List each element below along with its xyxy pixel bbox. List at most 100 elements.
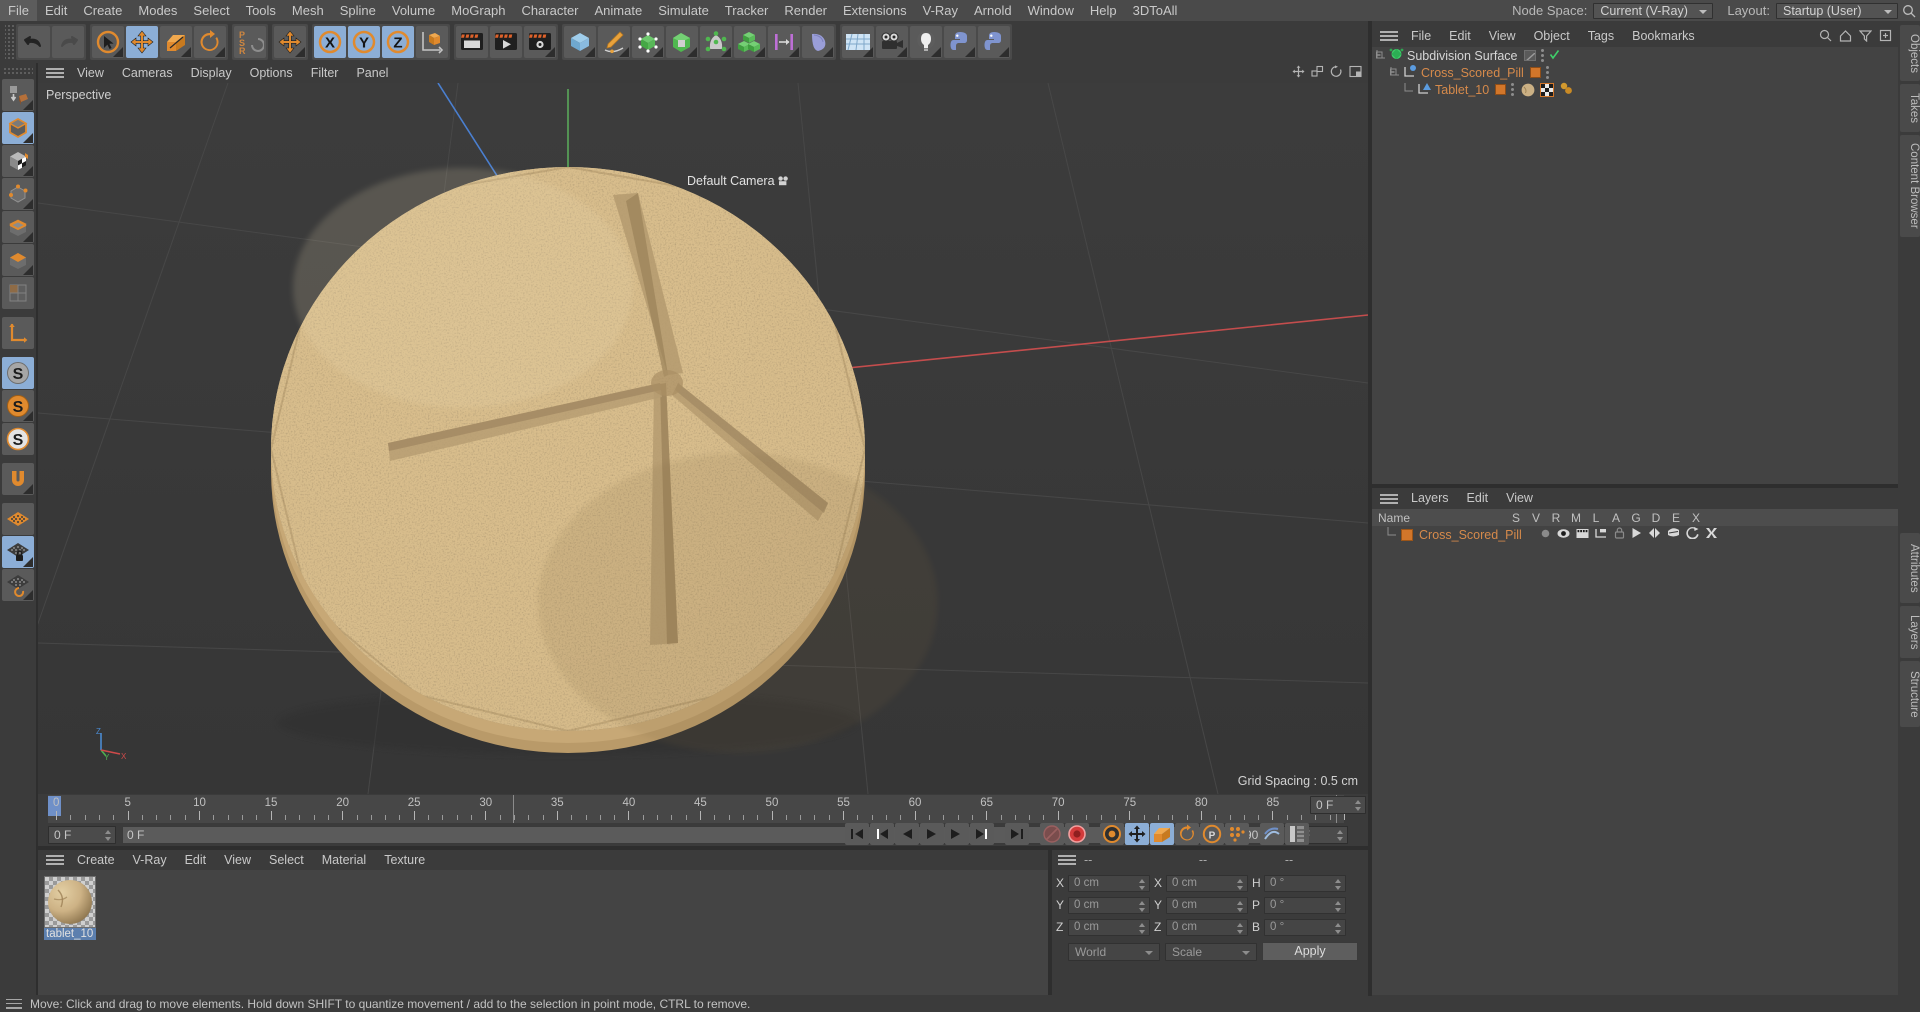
menu-item-animate[interactable]: Animate	[587, 0, 651, 21]
viewport-canvas[interactable]: Perspective Default Camera Grid Spacing …	[38, 83, 1368, 794]
expressions-icon[interactable]	[1686, 527, 1699, 542]
search-icon[interactable]	[1898, 0, 1920, 21]
rotate-tool[interactable]	[194, 26, 226, 58]
coord-field-rot-b[interactable]: 0 °	[1264, 918, 1346, 936]
nurbs-icon[interactable]	[632, 26, 664, 58]
spinner-icon[interactable]	[1236, 900, 1244, 914]
edge-mode-button[interactable]	[2, 211, 34, 243]
tab-structure[interactable]: Structure	[1900, 661, 1920, 727]
uv-mode-button[interactable]	[2, 277, 34, 309]
viewport-hamburger-icon[interactable]	[46, 66, 64, 80]
layer-manager-hamburger-icon[interactable]	[1380, 492, 1398, 506]
coord-field-rot-p[interactable]: 0 °	[1264, 896, 1346, 914]
coordinate-system-icon[interactable]	[416, 26, 448, 58]
menu-item-tools[interactable]: Tools	[238, 0, 284, 21]
apply-button[interactable]: Apply	[1262, 942, 1358, 961]
spinner-icon[interactable]	[1138, 878, 1146, 892]
undo-button[interactable]	[18, 26, 50, 58]
object-menu-view[interactable]: View	[1480, 25, 1525, 47]
record-active-objects-button[interactable]	[1040, 823, 1064, 845]
coordinate-system-select[interactable]: World	[1068, 942, 1160, 961]
object-menu-edit[interactable]: Edit	[1440, 25, 1480, 47]
tab-layers[interactable]: Layers	[1900, 606, 1920, 658]
floor-grid-icon[interactable]	[842, 26, 874, 58]
coord-field-pos-z[interactable]: 0 cm	[1068, 918, 1150, 936]
make-editable-button[interactable]	[2, 79, 34, 111]
scale-tool[interactable]	[160, 26, 192, 58]
material-menu-texture[interactable]: Texture	[375, 850, 434, 870]
uv-tag-icon[interactable]	[1540, 82, 1555, 97]
menu-item-vray[interactable]: V-Ray	[915, 0, 966, 21]
expander-icon[interactable]	[1375, 49, 1387, 63]
workplane-orange-button[interactable]	[2, 503, 34, 535]
visible-icon[interactable]	[1557, 528, 1570, 542]
material-menu-select[interactable]: Select	[260, 850, 313, 870]
scale-key-button[interactable]	[1150, 823, 1174, 845]
spinner-icon[interactable]	[1138, 922, 1146, 936]
menu-item-simulate[interactable]: Simulate	[650, 0, 717, 21]
planar-workplane-button[interactable]	[2, 569, 34, 601]
rotation-key-button[interactable]	[1175, 823, 1199, 845]
node-space-select[interactable]: Current (V-Ray)	[1593, 2, 1714, 19]
material-menu-vray[interactable]: V-Ray	[124, 850, 176, 870]
layout-select[interactable]: Startup (User)	[1776, 2, 1898, 19]
coord-field-size-x[interactable]: 0 cm	[1166, 874, 1248, 892]
render-view-button[interactable]	[456, 26, 488, 58]
light-bulb-icon[interactable]	[910, 26, 942, 58]
play-forward-button[interactable]	[920, 823, 944, 845]
deformer-icon[interactable]	[700, 26, 732, 58]
material-hamburger-icon[interactable]	[46, 853, 64, 867]
menu-item-volume[interactable]: Volume	[384, 0, 443, 21]
spinner-icon[interactable]	[104, 829, 112, 843]
move-tool[interactable]	[126, 26, 158, 58]
object-menu-bookmarks[interactable]: Bookmarks	[1623, 25, 1704, 47]
layer-color-swatch[interactable]	[1401, 528, 1413, 541]
render-icon[interactable]	[1576, 528, 1589, 542]
material-item[interactable]: tablet_10	[44, 876, 96, 940]
material-menu-edit[interactable]: Edit	[176, 850, 216, 870]
menu-item-modes[interactable]: Modes	[130, 0, 185, 21]
enable-axis-button[interactable]: S	[2, 357, 34, 389]
layer-menu-layers[interactable]: Layers	[1402, 488, 1458, 509]
lock-y-axis[interactable]: Y	[348, 26, 380, 58]
object-menu-object[interactable]: Object	[1525, 25, 1579, 47]
object-menu-file[interactable]: File	[1402, 25, 1440, 47]
material-manager-body[interactable]: tablet_10	[38, 870, 1048, 995]
model-mode-button[interactable]	[2, 112, 34, 144]
coord-field-pos-x[interactable]: 0 cm	[1068, 874, 1150, 892]
go-to-start-button[interactable]	[845, 823, 869, 845]
render-settings-button[interactable]	[524, 26, 556, 58]
menu-item-arnold[interactable]: Arnold	[966, 0, 1020, 21]
viewport-scale-icon[interactable]	[1311, 65, 1324, 81]
timeline-right-frame-field[interactable]: 0 F	[1310, 796, 1366, 814]
layer-menu-edit[interactable]: Edit	[1458, 488, 1498, 509]
live-selection-tool[interactable]	[92, 26, 124, 58]
material-thumbnail[interactable]	[44, 876, 96, 928]
texture-mode-button[interactable]	[2, 145, 34, 177]
layer-list[interactable]: Cross_Scored_Pill	[1372, 526, 1898, 996]
polygon-mode-button[interactable]	[2, 244, 34, 276]
go-to-previous-key-button[interactable]	[870, 823, 894, 845]
menu-item-tracker[interactable]: Tracker	[717, 0, 777, 21]
array-icon[interactable]	[768, 26, 800, 58]
material-tag-icon[interactable]	[1521, 83, 1535, 97]
tab-objects[interactable]: Objects	[1900, 25, 1920, 81]
viewport-menu-view[interactable]: View	[68, 63, 113, 83]
snap-button[interactable]	[2, 463, 34, 495]
manager-icon[interactable]	[1595, 528, 1608, 542]
animation-icon[interactable]	[1631, 527, 1642, 542]
spinner-icon[interactable]	[1334, 900, 1342, 914]
object-menu-tags[interactable]: Tags	[1579, 25, 1623, 47]
menu-item-spline[interactable]: Spline	[332, 0, 384, 21]
expander-icon[interactable]	[1389, 66, 1401, 80]
spinner-icon[interactable]	[1334, 878, 1342, 892]
material-menu-material[interactable]: Material	[313, 850, 375, 870]
redo-button[interactable]	[52, 26, 84, 58]
solo-icon[interactable]	[1540, 528, 1551, 542]
spinner-icon[interactable]	[1334, 922, 1342, 936]
layer-color-tag[interactable]	[1529, 67, 1541, 78]
object-tree[interactable]: Subdivision Surface Cross_Scored_Pill Ta…	[1372, 47, 1898, 485]
viewport-move-icon[interactable]	[1292, 65, 1305, 81]
point-mode-button[interactable]	[2, 178, 34, 210]
position-key-button[interactable]	[1125, 823, 1149, 845]
